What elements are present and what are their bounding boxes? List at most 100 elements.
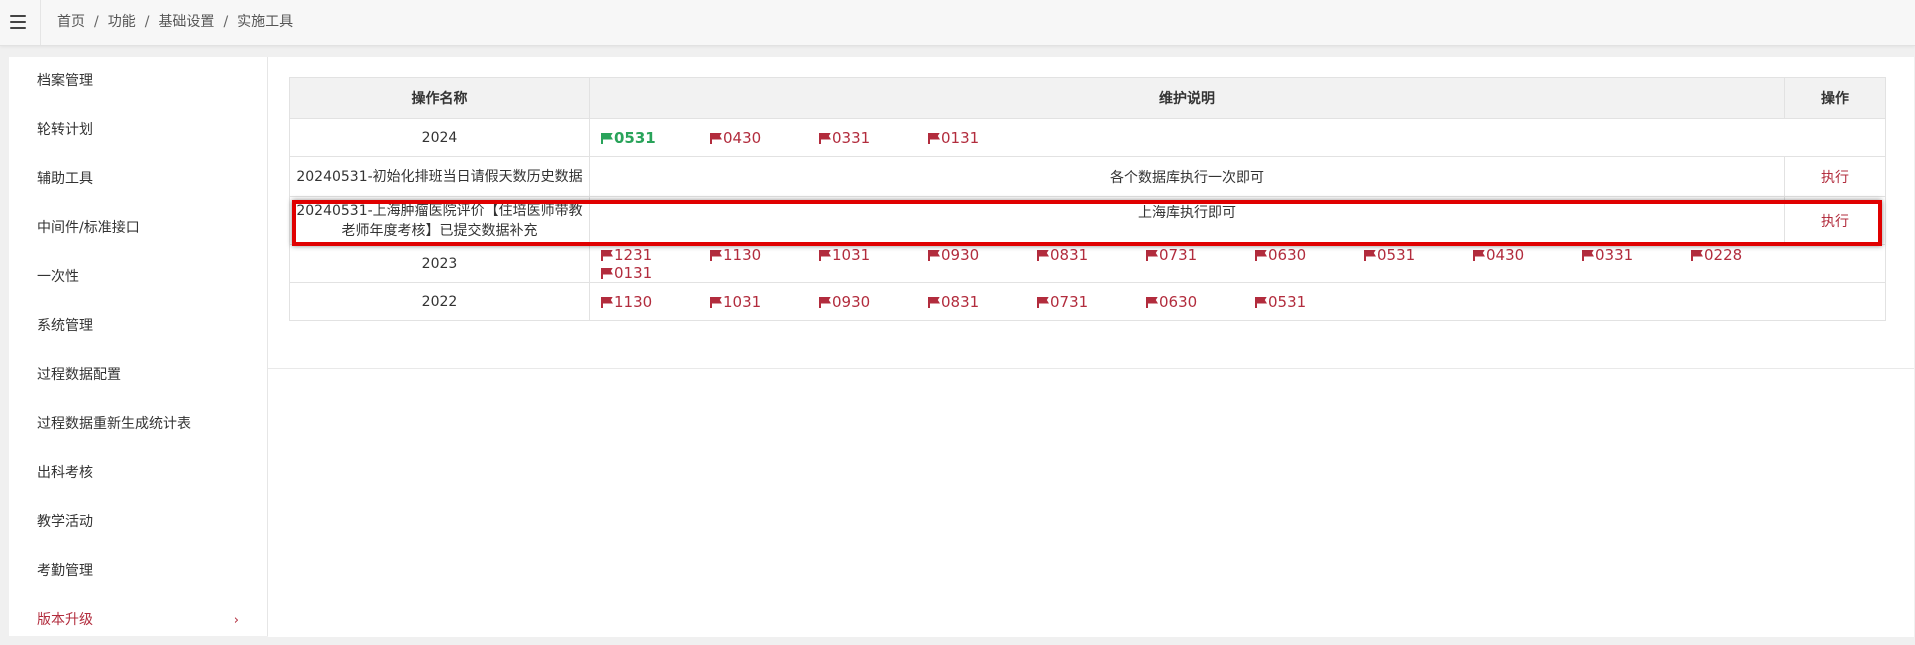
- sidebar-item-version-upgrade[interactable]: 版本升级 ›: [9, 596, 267, 645]
- sidebar-item-regenerate-statistics[interactable]: 过程数据重新生成统计表: [9, 400, 267, 449]
- flag-icon: [1037, 296, 1049, 308]
- version-label: 0930: [941, 245, 980, 264]
- version-link[interactable]: 1130: [601, 293, 710, 311]
- version-link[interactable]: 0930: [928, 246, 1037, 264]
- version-label: 0731: [1159, 245, 1198, 264]
- flag-icon: [1255, 296, 1267, 308]
- version-link[interactable]: 0331: [1582, 246, 1691, 264]
- flag-icon: [1146, 249, 1158, 261]
- table-row: 20240531-上海肿瘤医院评价【住培医师带教老师年度考核】已提交数据补充 上…: [289, 196, 1886, 245]
- sidebar-item-rotation-plan[interactable]: 轮转计划: [9, 106, 267, 155]
- sidebar-item-label: 版本升级: [37, 612, 93, 628]
- sidebar-item-label: 档案管理: [37, 73, 93, 89]
- flag-icon: [710, 249, 722, 261]
- flag-icon: [1364, 249, 1376, 261]
- version-label: 0630: [1268, 245, 1307, 264]
- flag-icon: [710, 132, 722, 144]
- version-label: 0630: [1159, 292, 1198, 311]
- version-label: 1130: [614, 292, 653, 311]
- version-link[interactable]: 1031: [710, 293, 819, 311]
- sidebar-item-attendance-management[interactable]: 考勤管理: [9, 547, 267, 596]
- breadcrumb-separator: /: [223, 14, 229, 30]
- flag-icon: [819, 296, 831, 308]
- operation-name: 2024: [289, 118, 590, 157]
- sidebar-item-teaching-activities[interactable]: 教学活动: [9, 498, 267, 547]
- breadcrumb-home[interactable]: 首页: [57, 14, 85, 30]
- sidebar-item-auxiliary-tools[interactable]: 辅助工具: [9, 155, 267, 204]
- breadcrumb-basic-settings[interactable]: 基础设置: [158, 14, 214, 30]
- action-cell: 执行: [1784, 196, 1886, 245]
- version-link[interactable]: 0430: [710, 129, 819, 147]
- version-link[interactable]: 0430: [1473, 246, 1582, 264]
- breadcrumb-function[interactable]: 功能: [108, 14, 136, 30]
- chevron-right-icon: ›: [233, 613, 239, 628]
- operation-description: 上海库执行即可: [589, 196, 1785, 245]
- version-label: 1130: [723, 245, 762, 264]
- version-label: 0228: [1704, 245, 1743, 264]
- version-label: 0331: [1595, 245, 1634, 264]
- version-link[interactable]: 0930: [819, 293, 928, 311]
- version-link[interactable]: 0131: [601, 264, 710, 282]
- execute-link[interactable]: 执行: [1821, 170, 1849, 186]
- version-link[interactable]: 1231: [601, 246, 710, 264]
- table-row-2024: 2024 0531 0430 0331 0131: [289, 118, 1886, 157]
- version-label: 0430: [1486, 245, 1525, 264]
- version-label: 0331: [832, 128, 871, 147]
- version-link[interactable]: 0630: [1146, 293, 1255, 311]
- breadcrumb: 首页 / 功能 / 基础设置 / 实施工具: [57, 0, 293, 45]
- hamburger-menu-icon[interactable]: [8, 12, 28, 32]
- flag-icon: [819, 249, 831, 261]
- flag-icon: [819, 132, 831, 144]
- version-label: 1231: [614, 245, 653, 264]
- version-link[interactable]: 0531: [601, 129, 710, 147]
- flag-icon: [1146, 296, 1158, 308]
- version-link[interactable]: 0630: [1255, 246, 1364, 264]
- version-link[interactable]: 0731: [1037, 293, 1146, 311]
- sidebar-item-label: 教学活动: [37, 514, 93, 530]
- sidebar-item-department-exam[interactable]: 出科考核: [9, 449, 267, 498]
- sidebar-item-label: 轮转计划: [37, 122, 93, 138]
- version-label: 1031: [832, 245, 871, 264]
- sidebar-item-system-management[interactable]: 系统管理: [9, 302, 267, 351]
- version-link[interactable]: 0531: [1364, 246, 1473, 264]
- flag-icon: [601, 267, 613, 279]
- version-link[interactable]: 0228: [1691, 246, 1800, 264]
- version-link[interactable]: 0131: [928, 129, 1037, 147]
- top-bar: 首页 / 功能 / 基础设置 / 实施工具: [0, 0, 1915, 46]
- version-link[interactable]: 0331: [819, 129, 928, 147]
- sidebar-item-label: 考勤管理: [37, 563, 93, 579]
- flag-icon: [601, 249, 613, 261]
- sidebar-item-one-time[interactable]: 一次性: [9, 253, 267, 302]
- sidebar: 档案管理 轮转计划 辅助工具 中间件/标准接口 一次性 系统管理 过程数据配置 …: [9, 57, 268, 636]
- version-label: 0430: [723, 128, 762, 147]
- sidebar-item-label: 过程数据配置: [37, 367, 121, 383]
- flag-icon: [710, 296, 722, 308]
- sidebar-item-process-data-config[interactable]: 过程数据配置: [9, 351, 267, 400]
- table-row-2023: 2023 1231 1130 1031 0930 0831 0731 0630 0531 043…: [289, 244, 1886, 283]
- sidebar-item-middleware[interactable]: 中间件/标准接口: [9, 204, 267, 253]
- version-link[interactable]: 0831: [1037, 246, 1146, 264]
- version-label: 0531: [1377, 245, 1416, 264]
- operation-name: 20240531-上海肿瘤医院评价【住培医师带教老师年度考核】已提交数据补充: [289, 196, 590, 245]
- version-label: 1031: [723, 292, 762, 311]
- breadcrumb-separator: /: [94, 14, 99, 30]
- sidebar-item-label: 中间件/标准接口: [37, 220, 140, 236]
- execute-link[interactable]: 执行: [1821, 214, 1849, 230]
- flag-icon: [1255, 249, 1267, 261]
- version-link[interactable]: 0831: [928, 293, 1037, 311]
- sidebar-item-label: 过程数据重新生成统计表: [37, 416, 191, 432]
- breadcrumb-separator: /: [144, 14, 150, 30]
- version-links: 1231 1130 1031 0930 0831 0731 0630 0531 0430 0331…: [589, 244, 1886, 283]
- version-link[interactable]: 1031: [819, 246, 928, 264]
- column-header-operation-name: 操作名称: [289, 77, 590, 119]
- sidebar-item-archive-management[interactable]: 档案管理: [9, 57, 267, 106]
- version-link[interactable]: 0731: [1146, 246, 1255, 264]
- version-link[interactable]: 0531: [1255, 293, 1364, 311]
- table-row: 20240531-初始化排班当日请假天数历史数据 各个数据库执行一次即可 执行: [289, 156, 1886, 197]
- flag-icon: [601, 296, 613, 308]
- flag-icon: [1582, 249, 1594, 261]
- version-links: 1130 1031 0930 0831 0731 0630 0531: [589, 282, 1886, 321]
- flag-icon: [928, 249, 940, 261]
- table-row-2022: 2022 1130 1031 0930 0831 0731 0630 0531: [289, 282, 1886, 321]
- version-link[interactable]: 1130: [710, 246, 819, 264]
